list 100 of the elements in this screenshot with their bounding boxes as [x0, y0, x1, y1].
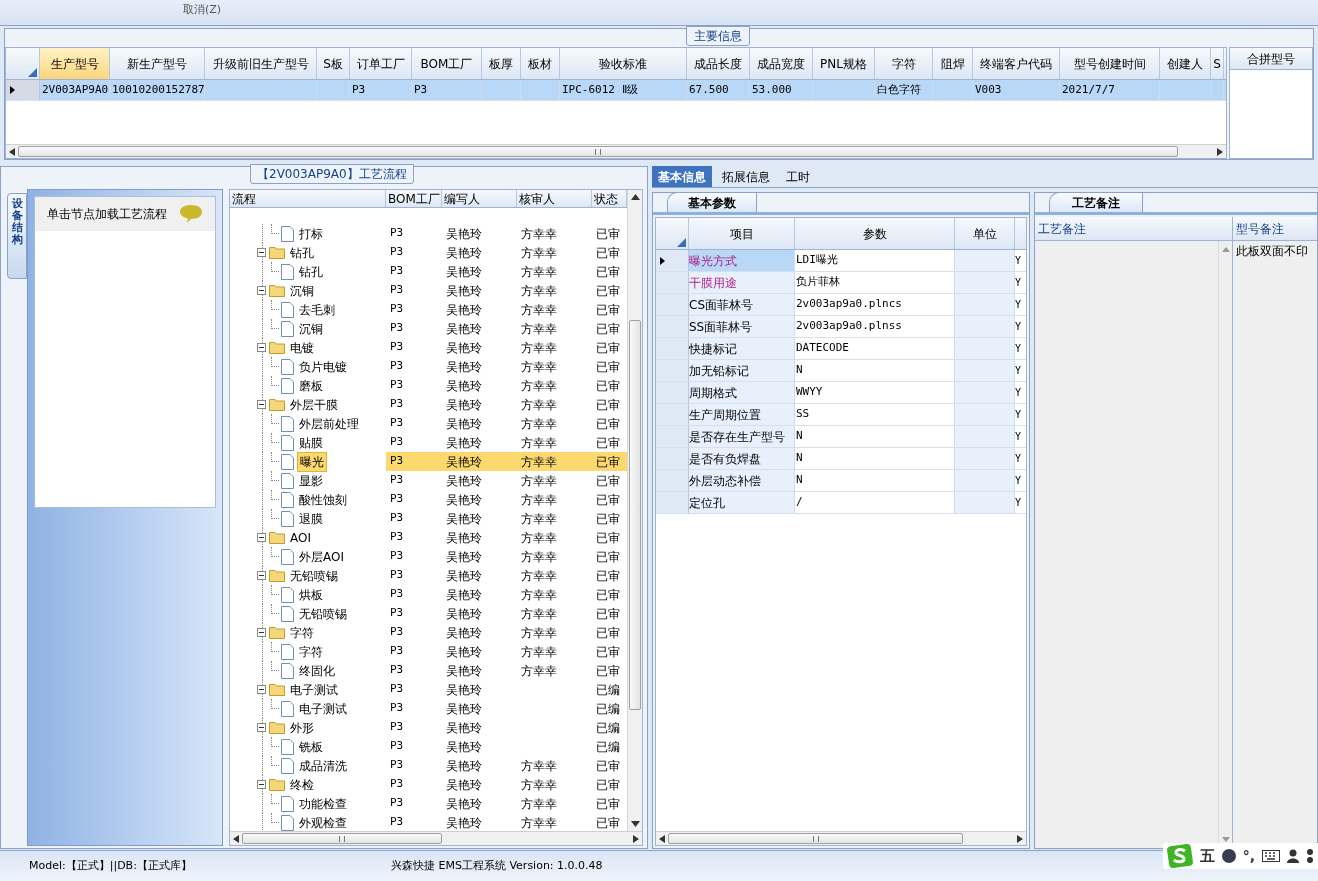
collapse-icon[interactable] [257, 571, 266, 580]
tree-node[interactable]: 外层干膜 [288, 395, 340, 414]
user-icon[interactable] [1287, 849, 1299, 863]
table-cell-text: 已审 [595, 282, 621, 300]
column-header[interactable]: 新生产型号 [110, 48, 205, 79]
tree-node[interactable]: 烘板 [297, 585, 325, 604]
horizontal-scrollbar[interactable] [230, 831, 642, 845]
scroll-thumb[interactable] [668, 833, 963, 844]
collapse-icon[interactable] [257, 248, 266, 257]
tree-node[interactable]: 外层AOI [297, 547, 346, 566]
vertical-scrollbar[interactable] [627, 190, 642, 831]
column-header[interactable]: BOM工厂 [412, 48, 482, 79]
keyboard-icon[interactable] [1262, 850, 1280, 862]
column-header[interactable]: 板厚 [482, 48, 521, 79]
column-header[interactable]: 创建人 [1160, 48, 1211, 79]
table-row[interactable]: 2V003AP9A0 10010200152787 P3 P3 IPC-6012 Ⅱ级 67.500 53.000 白色字符 V003 2021/7/7 [6, 80, 1226, 101]
side-tab[interactable]: 设备结构 [7, 193, 27, 279]
cancel-button[interactable]: 取消(Z) [183, 4, 222, 15]
tree-node[interactable]: 显影 [297, 471, 325, 490]
tree-node[interactable]: 电子测试 [288, 680, 340, 699]
column-header[interactable]: 工艺备注 [1035, 217, 1232, 241]
tree-node[interactable]: 退膜 [297, 509, 325, 528]
column-header[interactable]: 成品长度 [687, 48, 750, 79]
tree-node[interactable]: 磨板 [297, 376, 325, 395]
column-header[interactable]: 编写人 [442, 190, 517, 207]
tree-node[interactable]: 终检 [288, 775, 316, 794]
ime-mode[interactable]: 五 [1199, 844, 1215, 868]
tree-node[interactable]: 去毛刺 [297, 300, 337, 319]
tree-node[interactable]: 无铅喷锡 [297, 604, 349, 623]
tree-node[interactable]: 功能检查 [297, 794, 349, 813]
column-header[interactable]: 项目 [689, 218, 795, 249]
column-header[interactable]: S [1211, 48, 1224, 79]
column-header[interactable]: 生产型号 [40, 48, 110, 79]
ime-toolbar[interactable]: 五 °, [1162, 843, 1318, 869]
column-header[interactable]: 型号创建时间 [1060, 48, 1160, 79]
table-cell: 周期格式 [689, 382, 795, 403]
column-header[interactable]: 字符 [875, 48, 933, 79]
panel-tab[interactable]: 基本参数 [667, 192, 757, 212]
column-header[interactable]: 参数 [795, 218, 955, 249]
tree-node[interactable]: 钻孔 [297, 262, 325, 281]
collapse-icon[interactable] [257, 723, 266, 732]
tree-node[interactable]: 沉铜 [297, 319, 325, 338]
column-header[interactable]: BOM工厂 [386, 190, 442, 207]
tree-node[interactable]: 外层前处理 [297, 414, 361, 433]
scroll-down-icon[interactable] [630, 821, 640, 827]
collapse-icon[interactable] [257, 628, 266, 637]
tab[interactable]: 拓展信息 [716, 166, 776, 187]
column-header[interactable]: 型号备注 [1233, 217, 1317, 241]
tree-node[interactable]: 成品清洗 [297, 756, 349, 775]
column-header[interactable]: S板 [317, 48, 350, 79]
collapse-icon[interactable] [257, 533, 266, 542]
row-header[interactable] [656, 250, 689, 271]
punctuation-mode[interactable]: °, [1242, 845, 1255, 867]
tree-node[interactable]: 字符 [297, 642, 325, 661]
column-header[interactable]: 验收标准 [560, 48, 687, 79]
tree-node[interactable]: 铣板 [297, 737, 325, 756]
tree-node[interactable]: 酸性蚀刻 [297, 490, 349, 509]
tree-node[interactable]: 沉铜 [288, 281, 316, 300]
column-header[interactable]: PNL规格 [813, 48, 875, 79]
scroll-thumb[interactable] [242, 833, 442, 844]
tree-node[interactable]: 外形 [288, 718, 316, 737]
table-cell-text: P3 [389, 377, 405, 394]
tree-node[interactable]: 电镀 [288, 338, 316, 357]
tree-node[interactable]: 终固化 [297, 661, 337, 680]
tree-node[interactable]: 曝光 [297, 451, 327, 472]
tree-node[interactable]: 电子测试 [297, 699, 349, 718]
tree-node[interactable]: 无铅喷锡 [288, 566, 340, 585]
column-header[interactable]: 合拼型号 [1230, 48, 1312, 70]
tree-node[interactable]: 负片电镀 [297, 357, 349, 376]
collapse-icon[interactable] [257, 343, 266, 352]
scroll-thumb[interactable] [18, 146, 1178, 157]
scroll-thumb[interactable] [629, 320, 641, 710]
collapse-icon[interactable] [257, 400, 266, 409]
column-header[interactable]: 单位 [955, 218, 1015, 249]
tree-node[interactable]: 钻孔 [288, 243, 316, 262]
tree-node[interactable]: 贴膜 [297, 433, 325, 452]
column-header[interactable]: 阻焊 [933, 48, 973, 79]
tab[interactable]: 工时 [780, 166, 816, 187]
column-header[interactable]: 板材 [521, 48, 560, 79]
column-header[interactable]: 终端客户代码 [973, 48, 1060, 79]
tree-node[interactable]: 打标 [297, 224, 325, 243]
row-header[interactable] [6, 80, 40, 100]
column-header[interactable]: 订单工厂 [350, 48, 412, 79]
column-header[interactable]: 核审人 [517, 190, 592, 207]
collapse-icon[interactable] [257, 286, 266, 295]
tree-node[interactable]: 外观检查 [297, 813, 349, 831]
tree-node[interactable]: AOI [288, 528, 313, 547]
column-header[interactable]: 成品宽度 [750, 48, 813, 79]
horizontal-scrollbar[interactable] [6, 144, 1226, 158]
more-icon[interactable] [1306, 849, 1314, 863]
tree-node[interactable]: 字符 [288, 623, 316, 642]
column-header[interactable]: 升级前旧生产型号 [205, 48, 317, 79]
horizontal-scrollbar[interactable] [656, 831, 1026, 845]
column-header[interactable]: 流程 [230, 190, 386, 207]
tab[interactable]: 基本信息 [652, 166, 712, 187]
panel-tab[interactable]: 工艺备注 [1049, 192, 1143, 212]
scroll-up-icon[interactable] [630, 194, 640, 200]
table-cell-text: 已审 [595, 814, 621, 831]
collapse-icon[interactable] [257, 780, 266, 789]
collapse-icon[interactable] [257, 685, 266, 694]
